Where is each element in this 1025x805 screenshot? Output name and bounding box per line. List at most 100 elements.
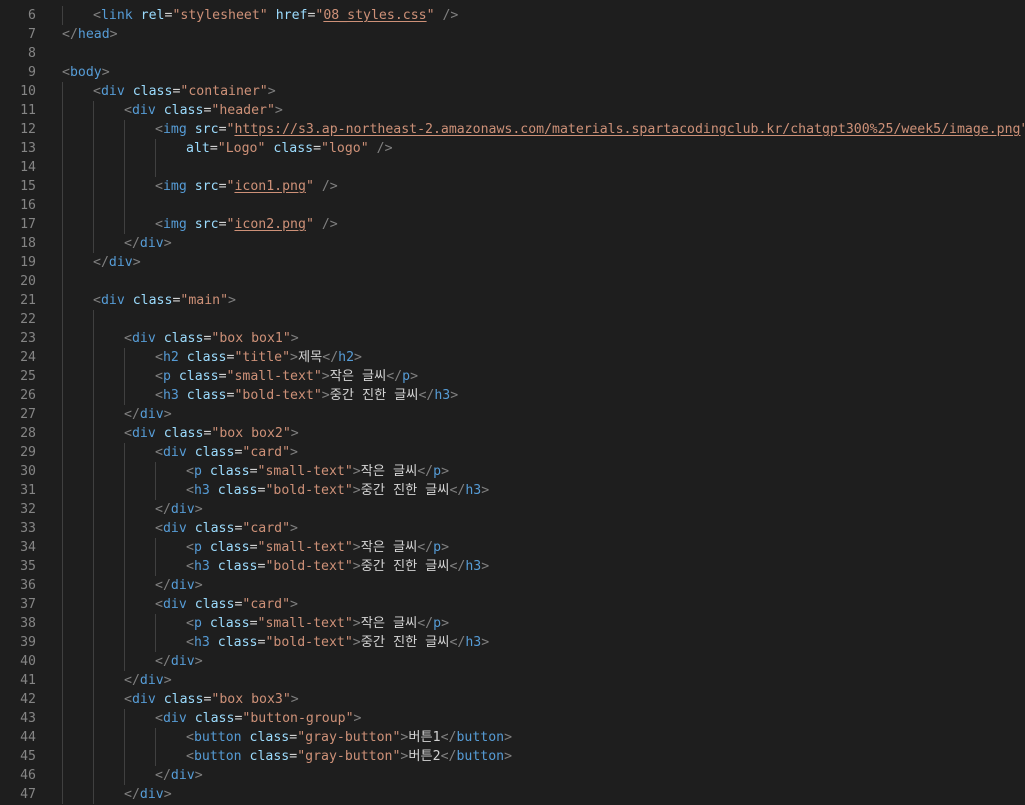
code-line[interactable]: 17 <img src="icon2.png" /> <box>0 215 1025 234</box>
code-line[interactable]: 28 <div class="box box2"> <box>0 424 1025 443</box>
code-text: </div> <box>93 253 141 272</box>
code-line[interactable]: 25 <p class="small-text">작은 글씨</p> <box>0 367 1025 386</box>
code-token: class <box>194 597 235 612</box>
indent-guide <box>93 443 94 462</box>
code-token: icon1.png <box>234 179 306 194</box>
code-line[interactable]: 38 <p class="small-text">작은 글씨</p> <box>0 614 1025 633</box>
code-line[interactable]: 45 <button class="gray-button">버튼2</butto… <box>0 747 1025 766</box>
code-token: > <box>163 236 172 251</box>
code-token: > <box>441 464 450 479</box>
code-token: > <box>352 616 361 631</box>
code-token: link <box>100 8 133 23</box>
code-line[interactable]: 32 </div> <box>0 500 1025 519</box>
code-line[interactable]: 21 <div class="main"> <box>0 291 1025 310</box>
indent-guide <box>93 614 94 633</box>
code-line[interactable]: 19 </div> <box>0 253 1025 272</box>
code-line[interactable]: 29 <div class="card"> <box>0 443 1025 462</box>
code-line[interactable]: 37 <div class="card"> <box>0 595 1025 614</box>
code-line[interactable]: 15 <img src="icon1.png" /> <box>0 177 1025 196</box>
code-line[interactable]: 22 <box>0 310 1025 329</box>
code-token: div <box>162 521 187 536</box>
code-token: href <box>275 8 308 23</box>
code-token: " <box>305 217 314 232</box>
code-line[interactable]: 41 </div> <box>0 671 1025 690</box>
code-token: h3 <box>465 483 482 498</box>
indent-guide <box>155 728 156 747</box>
code-text: <div class="box box2"> <box>124 424 299 443</box>
code-token: > <box>228 293 236 308</box>
code-token: > <box>353 711 362 726</box>
code-token: </ <box>440 730 457 745</box>
indent-guide <box>93 557 94 576</box>
code-line[interactable]: 39 <h3 class="bold-text">중간 진한 글씨</h3> <box>0 633 1025 652</box>
code-line[interactable]: 11 <div class="header"> <box>0 101 1025 120</box>
code-token: < <box>186 483 194 498</box>
code-line[interactable]: 36 </div> <box>0 576 1025 595</box>
code-token: class <box>194 711 235 726</box>
code-token: "button-group" <box>242 711 354 726</box>
code-line[interactable]: 23 <div class="box box1"> <box>0 329 1025 348</box>
code-token: src <box>194 122 219 137</box>
code-line[interactable]: 27 </div> <box>0 405 1025 424</box>
code-token: </ <box>155 768 171 783</box>
code-token: < <box>155 350 163 365</box>
code-line[interactable]: 47 </div> <box>0 785 1025 804</box>
code-text: <img src= "https://s3.ap-northeast-2.amaz… <box>155 120 1025 139</box>
code-token: > <box>352 483 361 498</box>
code-line[interactable]: 34 <p class="small-text">작은 글씨</p> <box>0 538 1025 557</box>
code-line[interactable]: 12 <img src= "https://s3.ap-northeast-2.am… <box>0 120 1025 139</box>
code-token: "gray-button" <box>297 730 401 745</box>
line-number: 32 <box>20 502 36 517</box>
code-line[interactable]: 35 <h3 class="bold-text">중간 진한 글씨</h3> <box>0 557 1025 576</box>
code-text: </head> <box>62 25 118 44</box>
code-token: > <box>481 559 490 574</box>
indent-guide <box>93 367 94 386</box>
code-token: = <box>218 122 227 137</box>
code-token: p <box>402 369 411 384</box>
code-line[interactable]: 30 <p class="small-text">작은 글씨</p> <box>0 462 1025 481</box>
indent-guide <box>93 785 94 804</box>
code-line[interactable]: 8 <box>0 44 1025 63</box>
code-line[interactable]: 31 <h3 class="bold-text">중간 진한 글씨</h3> <box>0 481 1025 500</box>
code-token: < <box>155 217 163 232</box>
code-text: <div class="button-group"> <box>155 709 362 728</box>
code-line[interactable]: 24 <h2 class="title">제목</h2> <box>0 348 1025 367</box>
code-line[interactable]: 9 <body> <box>0 63 1025 82</box>
code-line[interactable]: 16 <box>0 196 1025 215</box>
code-line[interactable]: 10 <div class="container"> <box>0 82 1025 101</box>
code-line[interactable]: 46 </div> <box>0 766 1025 785</box>
code-token: > <box>132 255 141 270</box>
code-line[interactable]: 33 <div class="card"> <box>0 519 1025 538</box>
indent-guide <box>124 386 125 405</box>
code-line[interactable]: 40 </div> <box>0 652 1025 671</box>
indent-guide <box>93 234 94 253</box>
code-line[interactable]: 42 <div class="box box3"> <box>0 690 1025 709</box>
code-token: > <box>274 103 283 118</box>
code-token: > <box>290 350 298 365</box>
code-line[interactable]: 14 <box>0 158 1025 177</box>
code-line[interactable]: 13 alt="Logo" class="logo" /> <box>0 139 1025 158</box>
indent-guide <box>62 766 63 785</box>
code-token: https://s3.ap-northeast-2.amazonaws.com/… <box>234 122 1021 137</box>
code-token: > <box>290 597 298 612</box>
line-number: 14 <box>20 160 36 175</box>
code-token: < <box>155 711 163 726</box>
code-token: div <box>170 768 195 783</box>
line-number: 8 <box>28 46 36 61</box>
code-line[interactable]: 26 <h3 class="bold-text">중간 진한 글씨</h3> <box>0 386 1025 405</box>
code-line[interactable]: 20 <box>0 272 1025 291</box>
code-token: </ <box>418 388 435 403</box>
code-editor[interactable]: 6 <link rel="stylesheet" href="08_styles.… <box>0 0 1025 805</box>
code-text: <button class="gray-button">버튼2</button> <box>186 747 512 766</box>
code-line[interactable]: 7 </head> <box>0 25 1025 44</box>
code-line[interactable]: 44 <button class="gray-button">버튼1</butto… <box>0 728 1025 747</box>
code-line[interactable]: 6 <link rel="stylesheet" href="08_styles.… <box>0 6 1025 25</box>
code-line[interactable]: 18 </div> <box>0 234 1025 253</box>
code-line[interactable]: 43 <div class="button-group"> <box>0 709 1025 728</box>
